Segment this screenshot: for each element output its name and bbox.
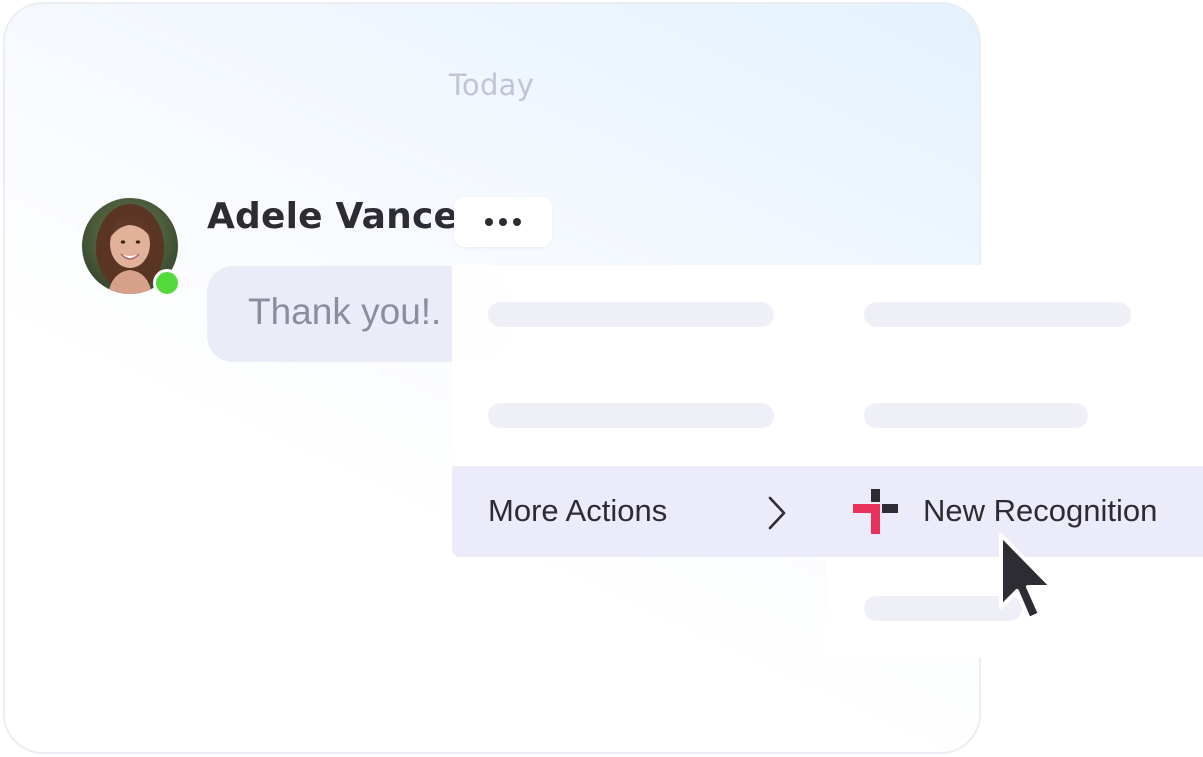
more-actions-label: More Actions bbox=[488, 493, 668, 528]
message-text: Thank you!. bbox=[248, 291, 442, 332]
submenu-item-placeholder[interactable] bbox=[864, 302, 1131, 327]
ellipsis-icon-dot bbox=[499, 218, 507, 226]
new-recognition-menu-item[interactable]: New Recognition bbox=[923, 493, 1157, 529]
ellipsis-icon bbox=[485, 218, 493, 226]
menu-item-placeholder[interactable] bbox=[488, 302, 774, 327]
pointer-arrow-icon bbox=[999, 533, 1054, 621]
more-options-button[interactable] bbox=[454, 197, 552, 247]
ellipsis-icon-dot bbox=[513, 218, 521, 226]
chevron-right-icon bbox=[768, 496, 786, 530]
stage: Today Adele Vance Thank you!. More Actio… bbox=[0, 0, 1203, 757]
sender-name[interactable]: Adele Vance bbox=[207, 196, 458, 237]
recognition-cross-icon bbox=[853, 489, 898, 534]
menu-item-placeholder[interactable] bbox=[488, 403, 774, 428]
online-status-indicator bbox=[153, 269, 181, 297]
submenu-item-placeholder[interactable] bbox=[864, 403, 1088, 428]
date-separator: Today bbox=[448, 68, 535, 102]
